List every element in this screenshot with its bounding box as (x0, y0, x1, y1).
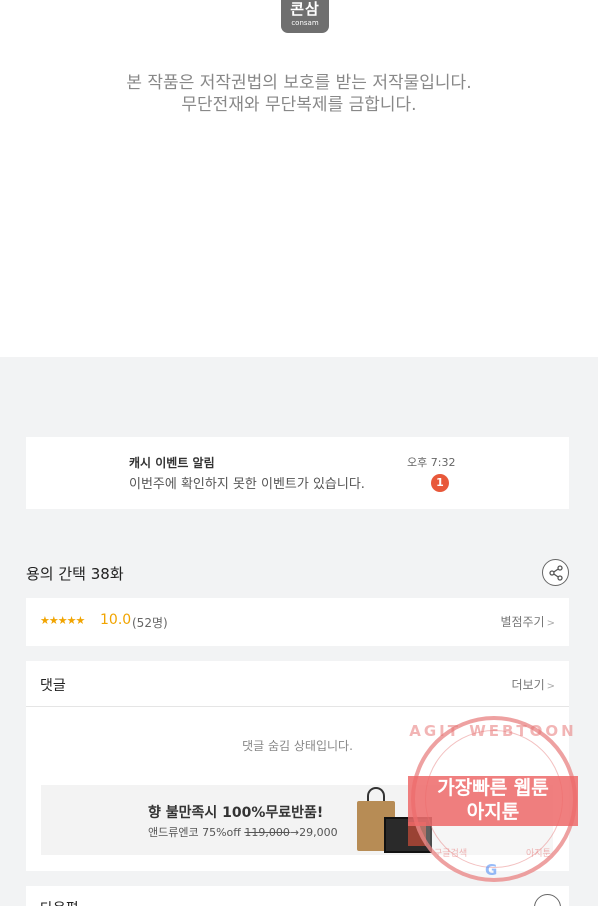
copyright-notice: 본 작품은 저작권법의 보호를 받는 저작물입니다. 무단전재와 무단복제를 금… (0, 72, 598, 116)
ad-headline: 향 불만족시 100%무료반품! (148, 805, 324, 821)
share-icon (549, 565, 563, 581)
notice-text: 이번주에 확인하지 못한 이벤트가 있습니다. (129, 477, 365, 492)
next-episode-title: 다음편 (40, 898, 79, 906)
comments-more-button[interactable]: 더보기 > (511, 676, 555, 693)
chevron-right-icon: > (546, 681, 555, 692)
ad-original-price: 119,000 (244, 826, 290, 839)
comments-status: 댓글 숨김 상태입니다. (242, 739, 353, 753)
chevron-right-icon: > (546, 618, 555, 629)
comments-more-label: 더보기 (511, 678, 545, 692)
notice-badge: 1 (431, 474, 449, 492)
logo-text-ko: 콘삼 (290, 0, 320, 18)
notice-title: 캐시 이벤트 알림 (129, 456, 215, 470)
viewer-end-area: 콘삼 consam 본 작품은 저작권법의 보호를 받는 저작물입니다. 무단전… (0, 0, 598, 357)
comments-section: 댓글 더보기 > 댓글 숨김 상태입니다. 향 불만족시 100%무료반품! 앤드… (26, 661, 569, 871)
product-bottle-image (408, 822, 426, 846)
logo-text-en: consam (291, 19, 319, 27)
ad-banner[interactable]: 향 불만족시 100%무료반품! 앤드류엔코 75%off 119,000→29… (41, 785, 553, 855)
consam-logo: 콘삼 consam (281, 0, 329, 33)
next-episode-icon (534, 894, 561, 906)
comments-title: 댓글 (40, 678, 66, 694)
notice-time: 오후 7:32 (407, 456, 456, 469)
rating-bar: ★★★★★ 10.0 (52명) 별점주기 > (26, 598, 569, 646)
rate-button[interactable]: 별점주기 > (500, 613, 555, 630)
ad-arrow: → (289, 826, 300, 839)
episode-title: 용의 간택 38화 (26, 565, 124, 583)
ad-brand: 앤드류엔코 75%off (148, 826, 245, 839)
comments-header: 댓글 더보기 > (26, 661, 569, 707)
rate-button-label: 별점주기 (500, 615, 545, 629)
ad-sale-price: 29,000 (299, 826, 338, 839)
ad-subtext: 앤드류엔코 75%off 119,000→29,000 (148, 824, 338, 840)
next-episode-section[interactable]: 다음편 (26, 886, 569, 906)
rating-stars: ★★★★★ (40, 614, 85, 627)
cash-event-notice[interactable]: 캐시 이벤트 알림 이번주에 확인하지 못한 이벤트가 있습니다. 오후 7:3… (26, 437, 569, 509)
copyright-line-1: 본 작품은 저작권법의 보호를 받는 저작물입니다. (126, 73, 472, 93)
rating-count: (52명) (132, 616, 168, 630)
share-button[interactable] (542, 559, 569, 586)
rating-score: 10.0 (100, 612, 132, 628)
copyright-line-2: 무단전재와 무단복제를 금합니다. (181, 95, 417, 115)
